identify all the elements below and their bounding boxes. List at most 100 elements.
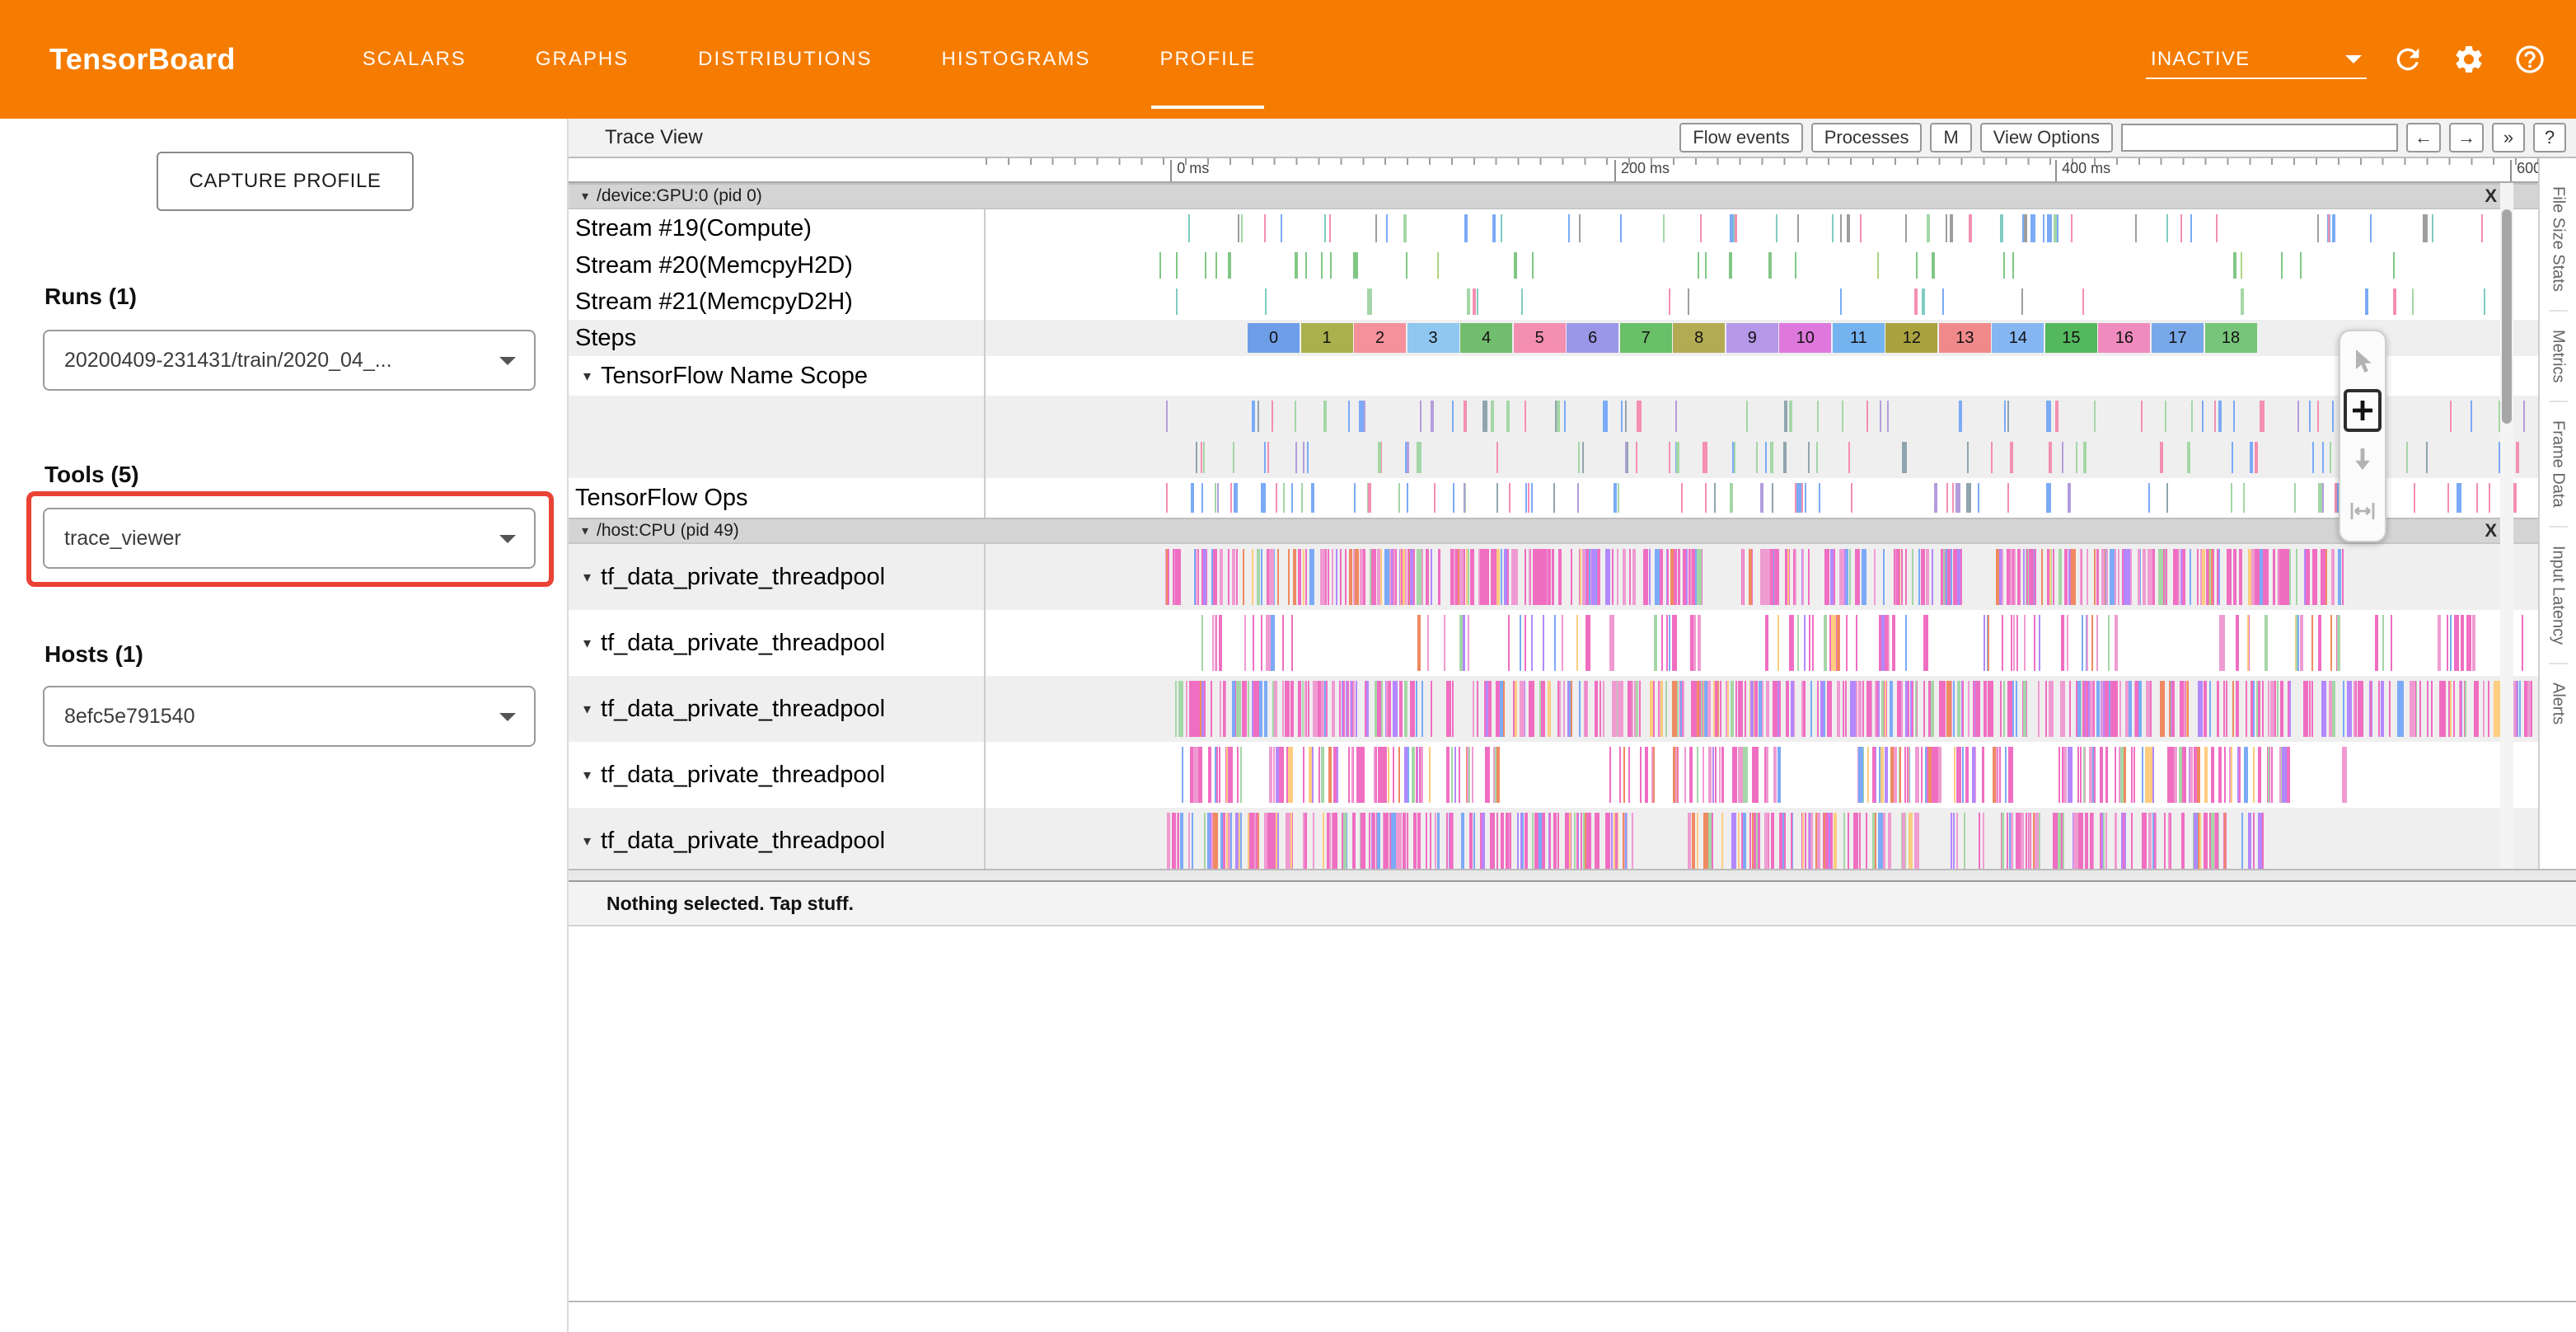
trace-event[interactable] <box>1856 681 1857 737</box>
trace-event[interactable] <box>1683 681 1684 737</box>
trace-event[interactable] <box>1501 813 1504 869</box>
trace-event[interactable] <box>1276 813 1277 869</box>
trace-event[interactable] <box>1837 615 1840 671</box>
trace-event[interactable] <box>2158 549 2163 605</box>
trace-event[interactable] <box>1690 615 1693 671</box>
trace-event[interactable] <box>1431 681 1432 737</box>
trace-event[interactable] <box>1416 681 1417 737</box>
trace-event[interactable] <box>1194 549 1196 605</box>
trace-event[interactable] <box>2215 813 2218 869</box>
trace-event[interactable] <box>2231 747 2232 803</box>
trace-event[interactable] <box>2444 681 2446 737</box>
trace-event[interactable] <box>1444 615 1445 671</box>
trace-event[interactable] <box>1921 747 1923 803</box>
trace-event[interactable] <box>1543 549 1547 605</box>
trace-event[interactable] <box>1488 681 1492 737</box>
trace-event[interactable] <box>1386 681 1388 737</box>
trace-event[interactable] <box>2237 681 2239 737</box>
trace-event[interactable] <box>2406 442 2408 473</box>
step-block-9[interactable]: 9 <box>1726 323 1778 353</box>
trace-event[interactable] <box>2004 401 2006 432</box>
trace-event[interactable] <box>1401 681 1403 737</box>
trace-event[interactable] <box>1431 549 1432 605</box>
trace-event[interactable] <box>1435 813 1436 869</box>
trace-event[interactable] <box>2300 615 2303 671</box>
trace-event[interactable] <box>2307 549 2310 605</box>
trace-event[interactable] <box>1373 549 1376 605</box>
trace-event[interactable] <box>1606 401 1608 432</box>
trace-event[interactable] <box>1201 442 1202 473</box>
trace-event[interactable] <box>2045 681 2047 737</box>
trace-event[interactable] <box>2289 549 2291 605</box>
trace-event[interactable] <box>2101 681 2103 737</box>
runs-dropdown[interactable]: 20200409-231431/train/2020_04_... <box>43 330 536 391</box>
trace-event[interactable] <box>2338 549 2341 605</box>
trace-event[interactable] <box>1384 813 1385 869</box>
trace-event[interactable] <box>1982 747 1984 803</box>
trace-event[interactable] <box>1477 681 1478 737</box>
trace-event[interactable] <box>1804 615 1806 671</box>
trace-event[interactable] <box>1962 681 1964 737</box>
trace-event[interactable] <box>1351 681 1352 737</box>
trace-event[interactable] <box>1765 615 1768 671</box>
trace-event[interactable] <box>1525 813 1528 869</box>
trace-event[interactable] <box>1283 483 1285 513</box>
trace-event[interactable] <box>1388 747 1389 803</box>
trace-event[interactable] <box>1629 549 1631 605</box>
trace-event[interactable] <box>2204 813 2205 869</box>
step-block-8[interactable]: 8 <box>1673 323 1725 353</box>
trace-event[interactable] <box>2262 813 2264 869</box>
trace-event[interactable] <box>1839 549 1844 605</box>
trace-event[interactable] <box>1776 549 1777 605</box>
trace-event[interactable] <box>1931 681 1934 737</box>
help-button[interactable] <box>2510 40 2550 79</box>
trace-event[interactable] <box>1201 549 1203 605</box>
trace-event[interactable] <box>2176 549 2178 605</box>
trace-event[interactable] <box>1646 747 1647 803</box>
trace-event[interactable] <box>1582 442 1584 473</box>
trace-event[interactable] <box>1563 681 1565 737</box>
trace-event[interactable] <box>2256 549 2260 605</box>
trace-event[interactable] <box>2226 681 2227 737</box>
trace-event[interactable] <box>2342 747 2347 803</box>
trace-event[interactable] <box>1697 549 1702 605</box>
trace-event[interactable] <box>1772 483 1773 513</box>
trace-event[interactable] <box>1396 813 1401 869</box>
trace-event[interactable] <box>2260 549 2263 605</box>
trace-event[interactable] <box>1816 442 1818 473</box>
trace-event[interactable] <box>2481 214 2483 242</box>
trace-event[interactable] <box>1180 813 1183 869</box>
trace-event[interactable] <box>2231 483 2232 513</box>
trace-event[interactable] <box>1385 813 1389 869</box>
trace-event[interactable] <box>2475 681 2476 737</box>
trace-event[interactable] <box>2077 681 2081 737</box>
trace-event[interactable] <box>2184 681 2185 737</box>
trace-event[interactable] <box>1491 401 1494 432</box>
trace-event[interactable] <box>2142 747 2143 803</box>
trace-event[interactable] <box>1458 549 1459 605</box>
trace-event[interactable] <box>1532 813 1534 869</box>
trace-event[interactable] <box>1619 747 1621 803</box>
trace-event[interactable] <box>1356 681 1357 737</box>
trace-event[interactable] <box>1459 747 1460 803</box>
trace-event[interactable] <box>2273 681 2274 737</box>
trace-event[interactable] <box>2461 615 2464 671</box>
trace-event[interactable] <box>2426 442 2428 473</box>
trace-event[interactable] <box>2232 681 2234 737</box>
trace-event[interactable] <box>2026 549 2028 605</box>
trace-event[interactable] <box>2143 549 2146 605</box>
trace-event[interactable] <box>1485 747 1490 803</box>
trace-event[interactable] <box>1267 442 1269 473</box>
trace-event[interactable] <box>1347 681 1349 737</box>
trace-event[interactable] <box>1878 813 1883 869</box>
trace-event[interactable] <box>1934 483 1937 513</box>
trace-event[interactable] <box>1473 813 1475 869</box>
trace-event[interactable] <box>2062 681 2065 737</box>
trace-event[interactable] <box>2061 615 2063 671</box>
trace-event[interactable] <box>2046 483 2051 513</box>
trace-event[interactable] <box>1472 747 1473 803</box>
trace-event[interactable] <box>2317 401 2319 432</box>
trace-event[interactable] <box>2002 615 2003 671</box>
trace-event[interactable] <box>2108 615 2110 671</box>
trace-event[interactable] <box>1377 681 1380 737</box>
